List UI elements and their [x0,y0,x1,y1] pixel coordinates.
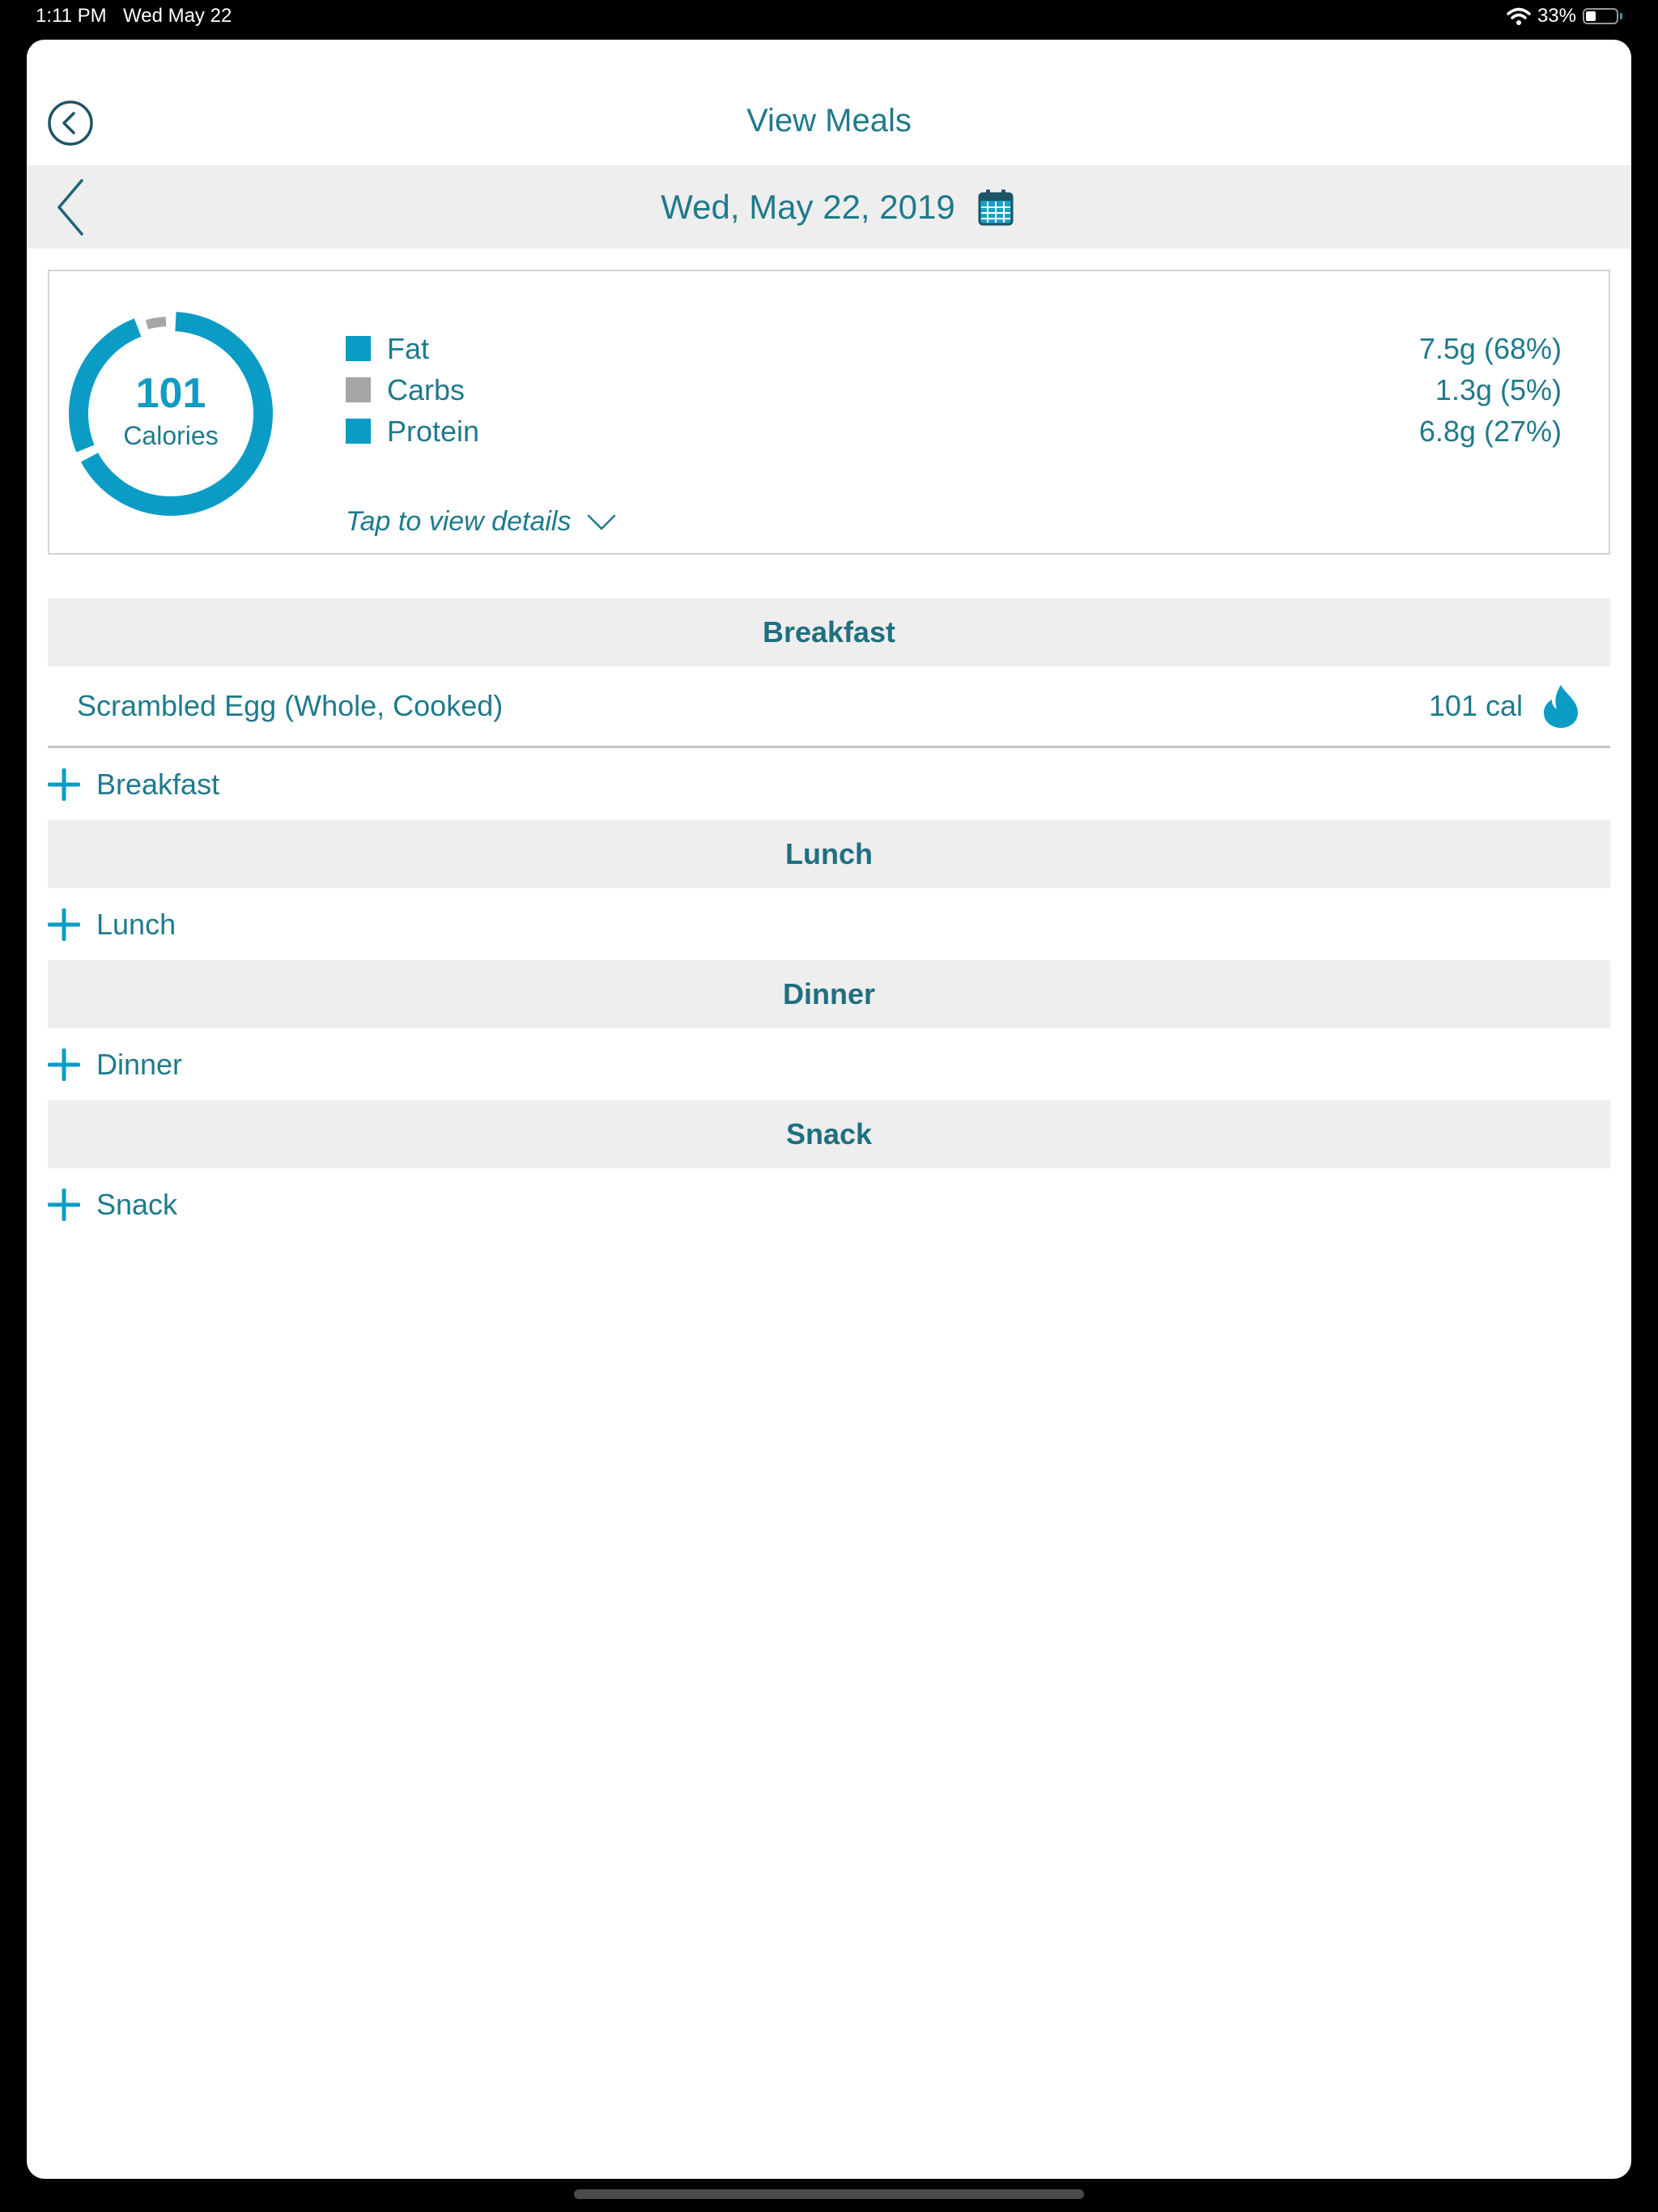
meals-sheet: View Meals Wed, May 22, 2019 101 Calorie… [27,40,1631,2179]
battery-percent: 33% [1537,5,1576,27]
view-details-label: Tap to view details [346,506,572,537]
meal-header-breakfast: Breakfast [48,598,1610,666]
legend-swatch-protein [346,419,371,444]
legend-item-carbs: Carbs [346,369,479,410]
add-meal-label: Dinner [96,1048,183,1081]
home-indicator[interactable] [574,2189,1084,2199]
calendar-icon[interactable] [978,189,1014,226]
meal-header-label: Snack [785,1117,873,1151]
status-date: Wed May 22 [123,5,232,27]
macro-value-protein: 6.8g (27%) [1418,415,1562,448]
nutrition-summary-card[interactable]: 101 Calories Fat Carbs Protein 7.5g (68%… [48,270,1610,555]
meal-header-label: Breakfast [762,615,896,649]
food-item-row[interactable]: Scrambled Egg (Whole, Cooked) 101 cal [48,666,1610,748]
legend-label-protein: Protein [387,414,480,448]
legend-item-fat: Fat [346,328,479,369]
status-time: 1:11 PM [36,5,107,27]
macro-legend: Fat Carbs Protein [346,328,479,452]
legend-label-fat: Fat [387,331,430,365]
add-meal-label: Lunch [96,908,176,941]
current-date[interactable]: Wed, May 22, 2019 [661,188,954,227]
chevron-down-icon [588,514,616,530]
plus-icon [48,768,80,801]
status-right: 33% [1507,5,1622,28]
meal-header-label: Dinner [782,977,875,1010]
plus-icon [48,908,80,941]
legend-item-protein: Protein [346,410,479,452]
meal-header-label: Lunch [785,837,873,870]
macro-value-carbs: 1.3g (5%) [1435,373,1562,406]
battery-icon [1583,8,1618,24]
page-title: View Meals [746,103,912,138]
add-meal-label: Snack [96,1188,178,1221]
flame-icon [1544,685,1578,728]
calorie-total: 101 [135,369,206,417]
wifi-icon [1507,7,1531,25]
food-item-calories: 101 cal [1428,689,1523,722]
legend-swatch-fat [346,336,371,361]
macro-values: 7.5g (68%) 1.3g (5%) 6.8g (27%) [1419,328,1562,452]
legend-swatch-carbs [346,377,371,402]
food-item-name: Scrambled Egg (Whole, Cooked) [77,689,504,722]
meal-header-lunch: Lunch [48,820,1610,888]
donut-center: 101 Calories [67,310,274,517]
calorie-label: Calories [123,420,219,450]
add-dinner-button[interactable]: Dinner [48,1040,182,1089]
add-lunch-button[interactable]: Lunch [48,900,176,949]
add-snack-button[interactable]: Snack [48,1180,177,1229]
status-bar: 1:11 PM Wed May 22 33% [0,0,1658,37]
date-navigator: Wed, May 22, 2019 [27,165,1631,249]
meal-header-dinner: Dinner [48,960,1610,1028]
battery-tip [1620,13,1622,19]
add-meal-label: Breakfast [96,768,220,801]
legend-label-carbs: Carbs [387,372,466,406]
view-details-toggle[interactable]: Tap to view details [346,506,616,538]
macro-value-fat: 7.5g (68%) [1418,332,1562,365]
meal-header-snack: Snack [48,1100,1610,1168]
add-breakfast-button[interactable]: Breakfast [48,760,219,809]
plus-icon [48,1049,80,1081]
plus-icon [48,1189,80,1221]
